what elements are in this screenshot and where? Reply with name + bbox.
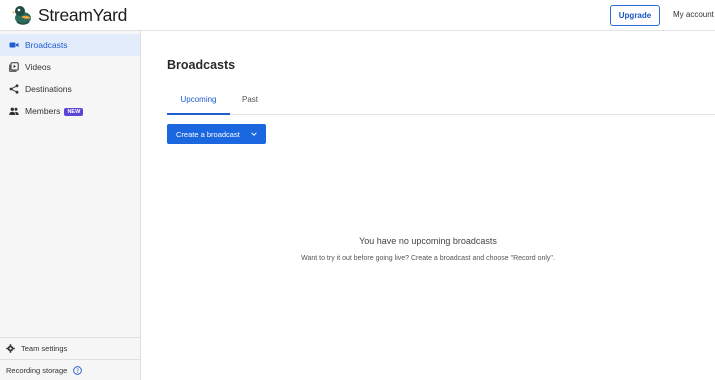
members-label-wrap: Members NEW (25, 106, 84, 116)
svg-text:?: ? (76, 369, 79, 375)
top-bar: StreamYard Upgrade My account (0, 0, 715, 31)
chevron-down-icon (251, 132, 257, 136)
share-icon (9, 84, 19, 94)
video-library-icon (9, 62, 19, 72)
sidebar-item-label: Destinations (25, 84, 72, 94)
tab-upcoming[interactable]: Upcoming (167, 95, 230, 104)
upgrade-button[interactable]: Upgrade (610, 5, 660, 26)
my-account-link[interactable]: My account (673, 10, 714, 19)
sidebar-item-label: Videos (25, 62, 51, 72)
active-tab-indicator (167, 113, 230, 115)
gear-icon (6, 344, 15, 353)
recording-storage-link[interactable]: Recording storage ? (0, 359, 140, 380)
tabs-divider (167, 114, 715, 115)
sidebar-item-videos[interactable]: Videos (0, 56, 140, 78)
create-broadcast-button[interactable]: Create a broadcast (167, 124, 266, 144)
empty-state-title: You have no upcoming broadcasts (359, 236, 497, 246)
sidebar-item-label: Members (25, 106, 61, 116)
create-broadcast-label: Create a broadcast (176, 129, 240, 139)
duck-logo-icon (12, 6, 31, 25)
sidebar-item-broadcasts[interactable]: Broadcasts (0, 34, 140, 56)
recording-storage-label: Recording storage (6, 366, 68, 375)
empty-state-subtitle: Want to try it out before going live? Cr… (301, 255, 555, 262)
sidebar-item-members[interactable]: Members NEW (0, 100, 140, 122)
video-camera-icon (9, 42, 19, 48)
tab-past[interactable]: Past (242, 95, 258, 104)
main-content: Broadcasts Upcoming Past Create a broadc… (141, 31, 715, 380)
people-icon (9, 107, 19, 115)
team-settings-link[interactable]: Team settings (0, 337, 140, 359)
team-settings-label: Team settings (21, 344, 68, 353)
sidebar: Broadcasts Videos Destinations Members NE… (0, 31, 141, 380)
sidebar-item-destinations[interactable]: Destinations (0, 78, 140, 100)
help-circle-icon[interactable]: ? (73, 366, 82, 375)
page-title: Broadcasts (167, 58, 236, 72)
streamyard-logo[interactable]: StreamYard (12, 5, 127, 26)
new-badge: NEW (64, 108, 84, 116)
logo-text: StreamYard (38, 5, 128, 25)
sidebar-item-label: Broadcasts (25, 40, 68, 50)
